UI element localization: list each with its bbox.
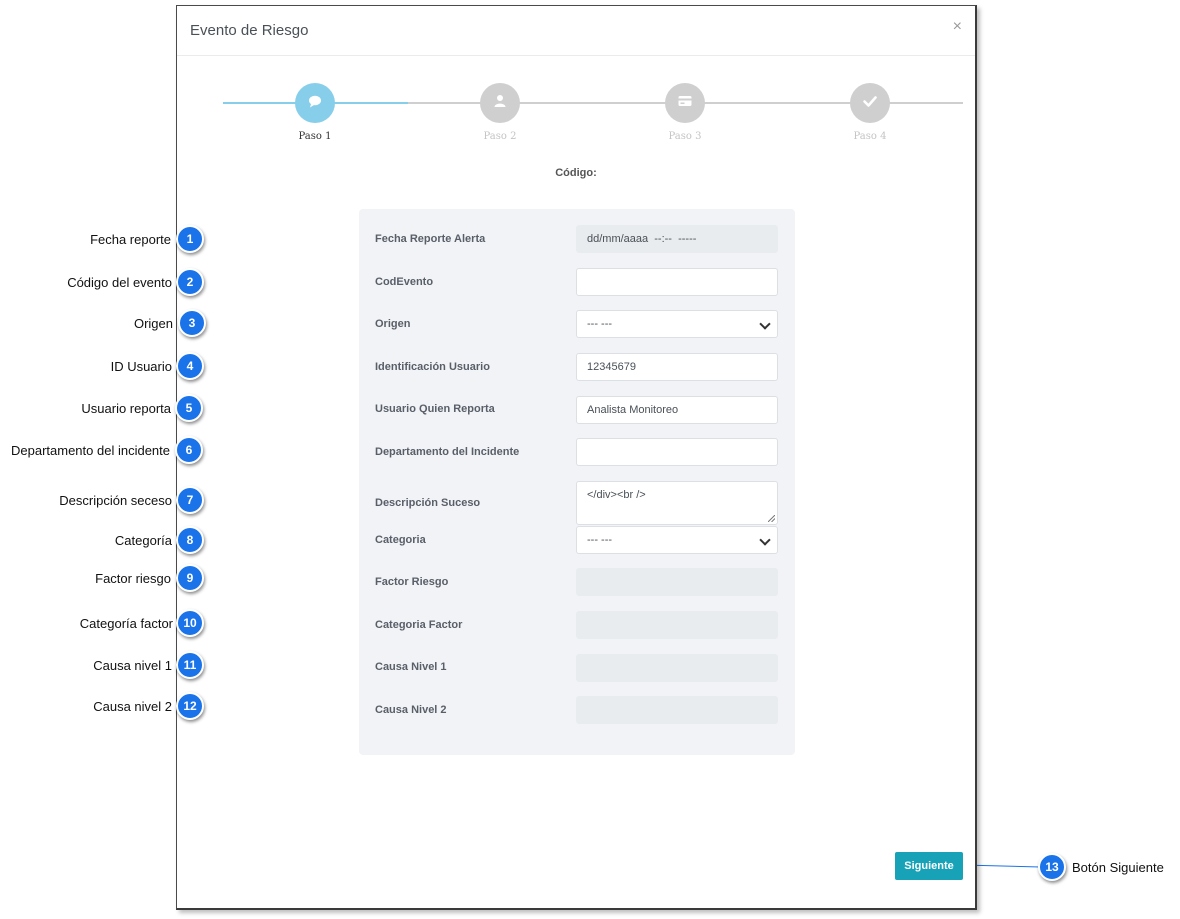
resize-handle-icon[interactable]: [768, 515, 775, 522]
step-2-label: Paso 2: [483, 131, 517, 142]
step-4-circle[interactable]: [850, 83, 890, 123]
step-1-label: Paso 1: [298, 131, 332, 142]
label-departamento-incidente: Departamento del Incidente: [375, 446, 520, 458]
callout-label-12: Causa nivel 2: [93, 699, 172, 714]
callout-badge-10: 10: [176, 609, 204, 637]
callout-badge-8: 8: [176, 526, 204, 554]
callout-label-1: Fecha reporte: [90, 232, 171, 247]
categoria-factor-input[interactable]: [576, 611, 778, 639]
modal-header: Evento de Riesgo ×: [177, 6, 975, 56]
close-icon[interactable]: ×: [953, 18, 962, 36]
causa-nivel-2-input[interactable]: [576, 696, 778, 724]
origen-selected-value: --- ---: [587, 318, 613, 330]
label-identificacion-usuario: Identificación Usuario: [375, 361, 490, 373]
callout-label-4: ID Usuario: [110, 359, 172, 374]
label-fecha-reporte-alerta: Fecha Reporte Alerta: [375, 233, 486, 245]
identificacion-usuario-input[interactable]: 12345679: [576, 353, 778, 381]
descripcion-suceso-value: </div><br />: [587, 489, 646, 501]
callout-label-10: Categoría factor: [79, 616, 173, 631]
categoria-selected-value: --- ---: [587, 534, 613, 546]
event-code-label: Código:: [555, 167, 597, 179]
callout-badge-13: 13: [1038, 853, 1066, 881]
label-categoria-factor: Categoria Factor: [375, 619, 463, 631]
callout-badge-6: 6: [175, 436, 203, 464]
callout-label-8: Categoría: [114, 533, 172, 548]
usuario-quien-reporta-input[interactable]: Analista Monitoreo: [576, 396, 778, 424]
callout-label-11: Causa nivel 1: [93, 658, 172, 673]
descripcion-suceso-textarea[interactable]: </div><br />: [576, 481, 778, 525]
step-3-label: Paso 3: [668, 131, 702, 142]
callout-badge-4: 4: [176, 352, 204, 380]
callout-badge-11: 11: [176, 651, 204, 679]
factor-riesgo-input[interactable]: [576, 568, 778, 596]
callout-label-2: Código del evento: [67, 275, 172, 290]
callout-badge-5: 5: [175, 394, 203, 422]
cod-evento-input[interactable]: [576, 268, 778, 296]
callout-badge-3: 3: [178, 309, 206, 337]
step-3-circle[interactable]: [665, 83, 705, 123]
fecha-reporte-alerta-input[interactable]: dd/mm/aaaa --:-- -----: [576, 225, 778, 253]
callout-badge-9: 9: [176, 564, 204, 592]
label-factor-riesgo: Factor Riesgo: [375, 576, 449, 588]
label-descripcion-suceso: Descripción Suceso: [375, 497, 481, 509]
callout-label-7: Descripción seceso: [59, 493, 172, 508]
callout-label-3: Origen: [133, 316, 173, 331]
label-usuario-quien-reporta: Usuario Quien Reporta: [375, 403, 495, 415]
callout-badge-7: 7: [176, 486, 204, 514]
causa-nivel-1-input[interactable]: [576, 654, 778, 682]
risk-event-modal: Evento de Riesgo × Paso 1 Paso 2 Paso 3 …: [176, 5, 977, 910]
modal-title: Evento de Riesgo: [190, 22, 309, 39]
callout-label-5: Usuario reporta: [81, 401, 171, 416]
label-cod-evento: CodEvento: [375, 276, 434, 288]
origen-select[interactable]: --- ---: [576, 310, 778, 338]
credit-card-icon: [677, 93, 693, 114]
label-categoria: Categoria: [375, 534, 426, 546]
label-origen: Origen: [375, 318, 411, 330]
callout-badge-12: 12: [176, 692, 204, 720]
comment-icon: [307, 93, 323, 114]
label-causa-nivel-1: Causa Nivel 1: [375, 661, 447, 673]
callout-badge-2: 2: [176, 268, 204, 296]
categoria-select[interactable]: --- ---: [576, 526, 778, 554]
callout-badge-1: 1: [176, 225, 204, 253]
callout-label-13: Botón Siguiente: [1072, 860, 1164, 875]
fecha-reporte-alerta-value: dd/mm/aaaa --:-- -----: [587, 233, 697, 245]
user-icon: [492, 93, 508, 114]
departamento-incidente-input[interactable]: [576, 438, 778, 466]
callout-label-9: Factor riesgo: [95, 571, 171, 586]
step-1-circle[interactable]: [295, 83, 335, 123]
step-2-circle[interactable]: [480, 83, 520, 123]
step-4-label: Paso 4: [853, 131, 887, 142]
next-button[interactable]: Siguiente: [895, 852, 963, 880]
callout-label-6: Departamento del incidente: [11, 443, 170, 458]
check-icon: [862, 93, 878, 114]
label-causa-nivel-2: Causa Nivel 2: [375, 704, 447, 716]
